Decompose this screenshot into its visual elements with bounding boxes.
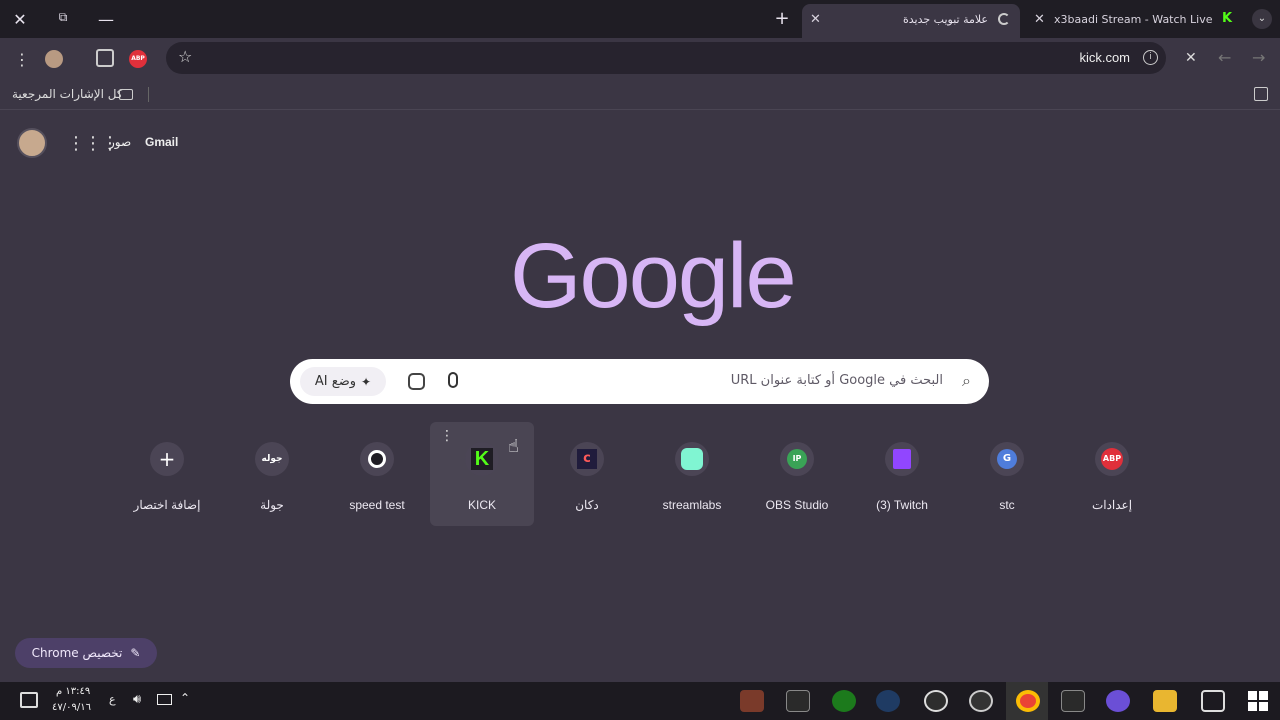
hand-cursor-icon: ☝ [508,436,519,457]
shortcut-label: OBS Studio [765,498,829,512]
shortcut-label: speed test [349,498,405,512]
more-options-kebab-icon[interactable]: ⋮ [440,428,454,444]
url-text[interactable]: kick.com [1079,50,1130,65]
shortcut-label: دكان [575,498,599,512]
images-link[interactable]: صور [109,135,131,149]
restore-window-button[interactable]: ⧉ [53,10,73,25]
search-box[interactable]: ⌕ البحث في Google أو كتابة عنوان URL وضع… [290,359,989,404]
all-bookmarks-label[interactable]: كل الإشارات المرجعية [12,87,123,101]
shortcut-label: KICK [467,498,496,512]
toolbar: ⋮ ABP ☆ kick.com i ✕ ← → [0,38,1280,80]
shortcut-streamlabs[interactable]: streamlabs [640,422,744,526]
bookmarks-divider [148,87,149,102]
customize-chrome-button[interactable]: تخصيص Chrome ✎ [15,638,157,668]
google-lens-icon[interactable] [408,373,425,390]
steelseries-app-icon[interactable] [924,690,948,712]
shortcut-label: إضافة اختصار [133,498,201,512]
stc-icon: G [990,442,1024,476]
file-explorer-icon[interactable] [1153,690,1177,712]
google-logo: Google [510,225,797,327]
shortcut-label: (3) Twitch [876,498,928,512]
dukan-icon: c [570,442,604,476]
tab-title: علامة تبويب جديدة [902,13,988,26]
loading-icon [998,13,1010,25]
notifications-icon[interactable] [20,692,38,708]
minimize-window-button[interactable]: — [96,10,116,29]
profile-avatar[interactable] [45,50,63,68]
kick-icon: K [465,442,499,476]
shortcut-obs-studio[interactable]: IP OBS Studio [745,422,849,526]
steam-app-icon[interactable] [876,690,900,712]
close-tab-icon[interactable]: ✕ [1034,12,1045,27]
folder-icon [119,89,133,100]
obs-app-icon[interactable] [969,690,993,712]
bookmarks-bar: كل الإشارات المرجعية [0,80,1280,110]
shortcut-label: إعدادات [1091,498,1133,512]
jawla-icon: جوله [255,442,289,476]
search-placeholder[interactable]: البحث في Google أو كتابة عنوان URL [731,373,943,388]
twitch-icon [885,442,919,476]
network-icon[interactable] [157,694,172,705]
discord-app-icon[interactable] [1106,690,1130,712]
apps-grid-icon[interactable] [1254,87,1268,101]
shortcut-dukan[interactable]: c دكان [535,422,639,526]
shortcut-label: streamlabs [662,498,722,512]
shortcut-settings[interactable]: ABP إعدادات [1060,422,1164,526]
sparkle-search-icon: ✦ [361,374,372,389]
account-avatar[interactable] [17,128,47,158]
shortcut-twitch[interactable]: (3) Twitch [850,422,954,526]
speedometer-icon [360,442,394,476]
volume-icon[interactable]: 🔊︎ [133,692,141,707]
epic-games-launcher-icon[interactable] [1061,690,1085,712]
epic-games-app-icon[interactable] [786,690,810,712]
tab-strip: ✕ ⧉ — + ✕ علامة تبويب جديدة ✕ x3baadi St… [0,0,1280,38]
kick-favicon-icon: K [1220,11,1234,26]
xbox-app-icon[interactable] [832,690,856,712]
shortcut-speed-test[interactable]: speed test [325,422,429,526]
gmail-link[interactable]: Gmail [145,135,178,149]
voice-search-mic-icon[interactable] [448,372,458,388]
shortcut-add[interactable]: + إضافة اختصار [115,422,219,526]
chevron-up-icon[interactable]: ⌃ [180,691,190,705]
menu-kebab-icon[interactable]: ⋮ [14,50,30,69]
input-language-indicator[interactable]: ع [109,693,116,706]
ai-mode-button[interactable]: وضع AI ✦ [300,367,386,396]
bookmark-star-icon[interactable]: ☆ [178,47,192,66]
customize-chrome-label: تخصيص Chrome [31,646,123,660]
stop-loading-icon[interactable]: ✕ [1185,50,1197,66]
task-view-icon[interactable] [1201,690,1225,712]
ip-icon: IP [780,442,814,476]
extensions-puzzle-icon[interactable] [96,49,114,67]
site-info-icon[interactable]: i [1143,50,1158,65]
plus-icon: + [150,442,184,476]
shortcut-jawla[interactable]: جوله جولة [220,422,324,526]
windows-start-icon[interactable] [1248,691,1268,711]
new-tab-button[interactable]: + [772,8,792,29]
back-arrow-icon[interactable]: ← [1218,48,1231,67]
abp-icon: ABP [1095,442,1129,476]
clock-time[interactable]: ١٣:٤٩ م [56,686,90,697]
shortcut-label: stc [999,498,1015,512]
shortcut-label: جولة [260,498,284,512]
tab-title: x3baadi Stream - Watch Live on [1054,13,1212,26]
chrome-app-icon[interactable] [1016,690,1040,712]
adblock-plus-icon[interactable]: ABP [129,50,147,68]
tab-new-tab[interactable]: ✕ علامة تبويب جديدة [802,4,1020,38]
shortcut-stc[interactable]: G stc [955,422,1059,526]
search-icon: ⌕ [962,371,971,390]
address-bar[interactable]: ☆ kick.com i [166,42,1166,74]
tab-x3baadi-stream[interactable]: ✕ x3baadi Stream - Watch Live on K [1028,4,1246,38]
forward-arrow-icon[interactable]: → [1252,48,1265,67]
tab-search-chevron-down-icon[interactable]: ⌄ [1252,9,1272,29]
close-tab-icon[interactable]: ✕ [810,12,821,27]
close-window-button[interactable]: ✕ [10,10,30,29]
taskbar: ١٣:٤٩ م ٤٧/٠٩/١٦ ع 🔊︎ ⌃ [0,682,1280,720]
streamlabs-icon [675,442,709,476]
clock-date[interactable]: ٤٧/٠٩/١٦ [52,702,91,713]
ai-mode-label: وضع AI [314,374,357,389]
pencil-icon: ✎ [130,646,141,660]
minecraft-app-icon[interactable] [740,690,764,712]
